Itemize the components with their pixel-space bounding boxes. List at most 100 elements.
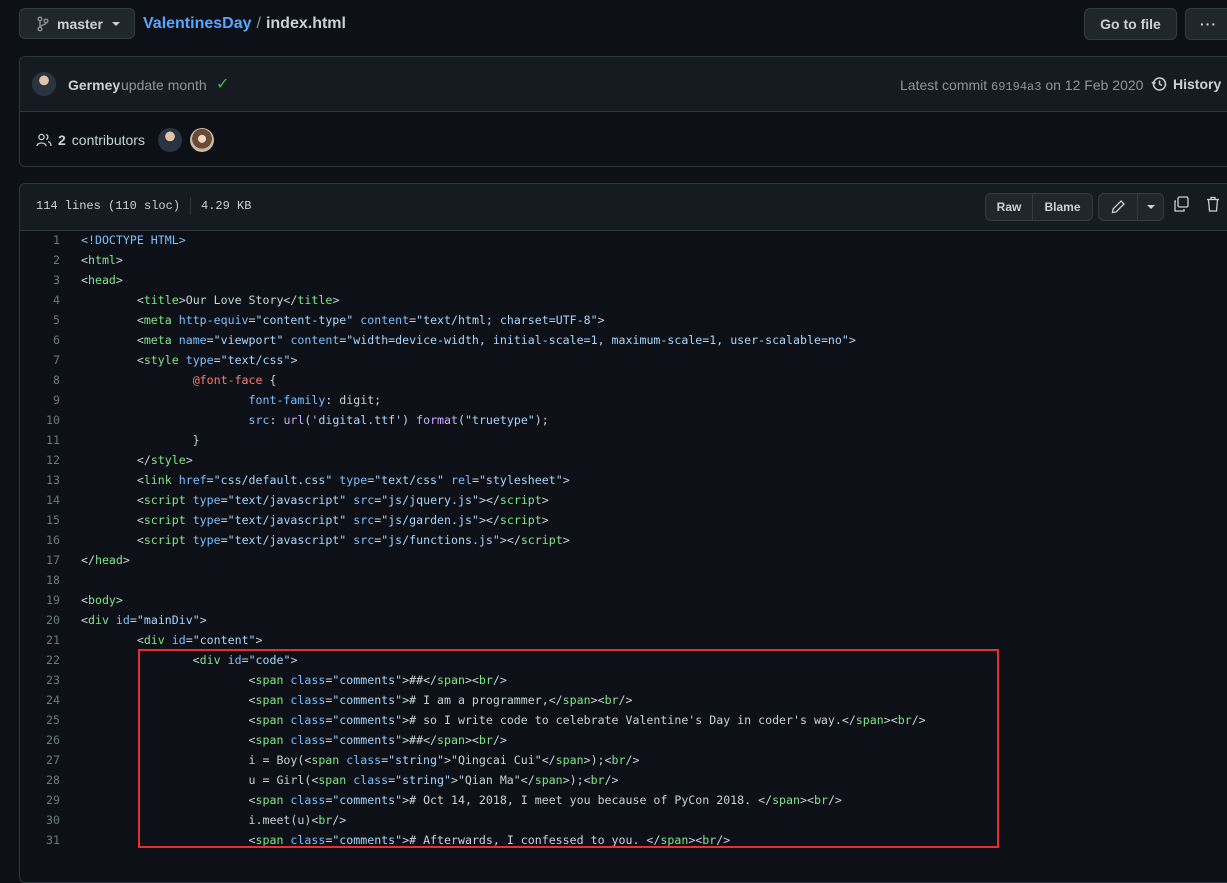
line-number[interactable]: 7	[20, 350, 60, 370]
line-number[interactable]: 21	[20, 630, 60, 650]
line-number[interactable]: 17	[20, 550, 60, 570]
breadcrumb-separator: /	[256, 15, 261, 32]
code-text: <script type="text/javascript" src="js/j…	[81, 493, 549, 507]
code-text: <title>Our Love Story</title>	[81, 293, 340, 307]
code-text: <!DOCTYPE HTML>	[81, 233, 186, 247]
raw-button[interactable]: Raw	[985, 193, 1033, 221]
line-number[interactable]: 14	[20, 490, 60, 510]
branch-icon	[37, 16, 49, 31]
history-link[interactable]: History	[1151, 76, 1221, 92]
more-options-button[interactable]: ···	[1185, 8, 1227, 40]
code-line: 11 }	[20, 430, 1227, 450]
code-text: <link href="css/default.css" type="text/…	[81, 473, 570, 487]
line-number[interactable]: 26	[20, 730, 60, 750]
copy-icon[interactable]	[1173, 196, 1189, 212]
file-size: 4.29 KB	[201, 199, 252, 213]
contributors-count: 2	[58, 132, 66, 148]
line-number[interactable]: 1	[20, 230, 60, 250]
code-line: 6 <meta name="viewport" content="width=d…	[20, 330, 1227, 350]
line-number[interactable]: 12	[20, 450, 60, 470]
line-number[interactable]: 16	[20, 530, 60, 550]
code-line: 8 @font-face {	[20, 370, 1227, 390]
line-number[interactable]: 10	[20, 410, 60, 430]
line-number[interactable]: 8	[20, 370, 60, 390]
latest-commit-info: Latest commit 69194a3 on 12 Feb 2020	[900, 77, 1143, 94]
line-number[interactable]: 30	[20, 810, 60, 830]
edit-button[interactable]	[1098, 193, 1138, 221]
divider	[190, 197, 192, 215]
code-line: 3 <head>	[20, 270, 1227, 290]
check-icon: ✓	[216, 76, 230, 93]
trash-icon[interactable]	[1205, 196, 1221, 212]
line-number[interactable]: 15	[20, 510, 60, 530]
chevron-down-icon	[111, 21, 120, 26]
line-number[interactable]: 19	[20, 590, 60, 610]
line-number[interactable]: 27	[20, 750, 60, 770]
line-number[interactable]: 18	[20, 570, 60, 590]
code-line: 4 <title>Our Love Story</title>	[20, 290, 1227, 310]
code-text: </style>	[81, 453, 193, 467]
history-label: History	[1173, 76, 1222, 92]
code-text: </head>	[81, 553, 130, 567]
line-number[interactable]: 23	[20, 670, 60, 690]
history-icon	[1151, 77, 1167, 91]
line-number[interactable]: 2	[20, 250, 60, 270]
code-line: 14 <script type="text/javascript" src="j…	[20, 490, 1227, 510]
code-text: <div id="content">	[81, 633, 263, 647]
line-number[interactable]: 9	[20, 390, 60, 410]
line-number[interactable]: 29	[20, 790, 60, 810]
code-line: 16 <script type="text/javascript" src="j…	[20, 530, 1227, 550]
commit-message[interactable]: update month	[121, 77, 207, 93]
line-number[interactable]: 3	[20, 270, 60, 290]
repo-link[interactable]: ValentinesDay	[143, 15, 252, 33]
file-header: 114 lines (110 sloc) 4.29 KB Raw Blame	[20, 184, 1227, 231]
code-line: 12 </style>	[20, 450, 1227, 470]
commit-author[interactable]: Germey	[68, 77, 120, 93]
code-text: <meta http-equiv="content-type" content=…	[81, 313, 605, 327]
line-count: 114 lines (110 sloc)	[36, 199, 181, 213]
line-number[interactable]: 25	[20, 710, 60, 730]
code-text: <head>	[81, 273, 123, 287]
commit-date: on 12 Feb 2020	[1045, 77, 1144, 93]
code-text: <script type="text/javascript" src="js/g…	[81, 513, 549, 527]
code-text: <script type="text/javascript" src="js/f…	[81, 533, 570, 547]
commit-sha[interactable]: 69194a3	[991, 80, 1041, 94]
code-line: 19 <body>	[20, 590, 1227, 610]
code-text: <div id="mainDiv">	[81, 613, 207, 627]
line-number[interactable]: 22	[20, 650, 60, 670]
line-number[interactable]: 4	[20, 290, 60, 310]
blame-button[interactable]: Blame	[1032, 193, 1093, 221]
people-icon	[36, 133, 52, 147]
code-text: <style type="text/css">	[81, 353, 298, 367]
code-text: font-family: digit;	[248, 393, 382, 407]
line-number[interactable]: 20	[20, 610, 60, 630]
code-text: }	[81, 433, 200, 447]
latest-commit-row: Germey update month ✓ Latest commit 6919…	[20, 57, 1227, 112]
breadcrumb: ValentinesDay / index.html	[143, 15, 346, 33]
contributor-avatar[interactable]	[190, 128, 214, 152]
branch-select-button[interactable]: master	[19, 8, 135, 39]
code-line: 9 font-family: digit;	[20, 390, 1227, 410]
line-number[interactable]: 5	[20, 310, 60, 330]
code-line: 21 <div id="content">	[20, 630, 1227, 650]
pencil-icon	[1111, 200, 1125, 214]
line-number[interactable]: 6	[20, 330, 60, 350]
line-number[interactable]: 31	[20, 830, 60, 850]
commit-panel: Germey update month ✓ Latest commit 6919…	[19, 56, 1227, 167]
chevron-down-icon	[1146, 205, 1155, 209]
contributors-link[interactable]: 2 contributors	[36, 132, 145, 148]
file-info: 114 lines (110 sloc) 4.29 KB	[36, 197, 252, 215]
line-number[interactable]: 24	[20, 690, 60, 710]
avatar[interactable]	[32, 72, 56, 96]
code-line: 10 src: url('digital.ttf') format("truet…	[20, 410, 1227, 430]
edit-options-dropdown[interactable]	[1137, 193, 1164, 221]
contributor-avatar[interactable]	[158, 128, 182, 152]
highlight-annotation-box	[138, 649, 999, 848]
code-line: 15 <script type="text/javascript" src="j…	[20, 510, 1227, 530]
line-number[interactable]: 28	[20, 770, 60, 790]
line-number[interactable]: 13	[20, 470, 60, 490]
code-text: <body>	[81, 593, 123, 607]
go-to-file-button[interactable]: Go to file	[1084, 8, 1177, 40]
line-number[interactable]: 11	[20, 430, 60, 450]
code-text: @font-face {	[192, 373, 277, 387]
